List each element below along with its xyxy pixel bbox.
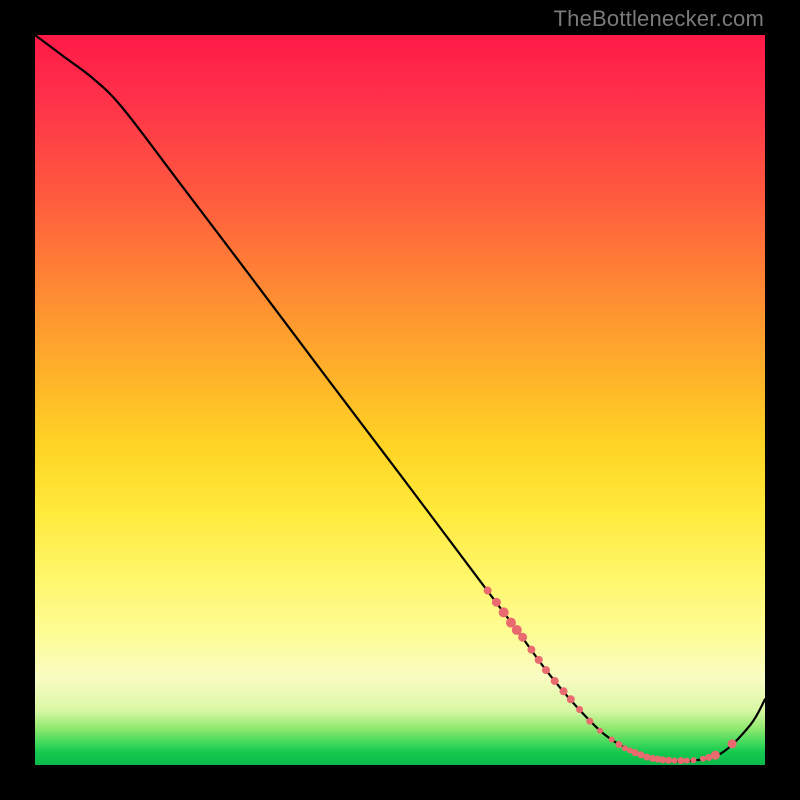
curve-marker [678,757,685,764]
curve-marker [551,677,559,685]
curve-marker [597,728,603,734]
curve-marker [586,718,593,725]
curve-marker [684,758,690,764]
curve-marker [622,745,628,751]
curve-marker [643,753,650,760]
curve-marker [560,687,568,695]
curve-marker [499,607,509,617]
curve-marker [527,646,535,654]
chart-frame: TheBottlenecker.com [0,0,800,800]
curve-marker [609,736,615,742]
bottleneck-curve [35,35,765,761]
curve-marker [576,706,583,713]
curve-marker [492,598,501,607]
curve-marker [616,741,623,748]
curve-marker [711,751,720,760]
curve-marker [690,757,696,763]
curve-marker [484,587,492,595]
curve-marker [665,757,672,764]
plot-area [35,35,765,765]
curve-marker [535,656,543,664]
curve-marker [728,739,737,748]
curve-markers [484,587,737,765]
curve-marker [518,633,527,642]
curve-marker [700,756,706,762]
curve-marker [671,757,677,763]
curve-marker [567,695,575,703]
curve-marker [542,666,550,674]
watermark-label: TheBottlenecker.com [554,6,764,32]
curve-svg [35,35,765,765]
